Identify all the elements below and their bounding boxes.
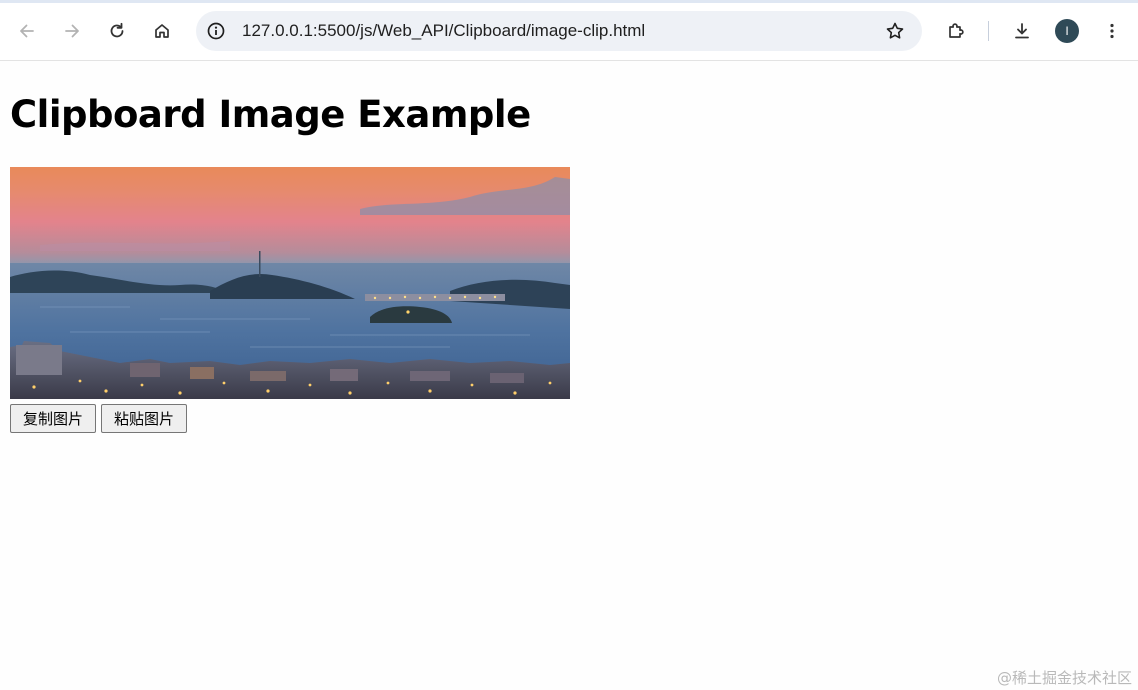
profile-avatar[interactable]: I — [1055, 19, 1079, 43]
home-button[interactable] — [146, 15, 178, 47]
back-button[interactable] — [11, 15, 43, 47]
info-icon — [207, 22, 225, 40]
site-info-button[interactable] — [206, 21, 226, 41]
bookmark-button[interactable] — [884, 20, 906, 42]
toolbar-top-edge — [0, 0, 1138, 3]
toolbar-separator — [988, 21, 989, 41]
extensions-button[interactable] — [940, 15, 972, 47]
kebab-menu-icon — [1110, 23, 1114, 39]
back-arrow-icon — [20, 24, 34, 38]
paste-image-button[interactable]: 粘贴图片 — [101, 404, 187, 433]
reload-icon — [110, 22, 124, 38]
home-icon — [155, 24, 169, 38]
forward-button[interactable] — [56, 15, 88, 47]
browser-menu-button[interactable] — [1096, 15, 1128, 47]
download-icon — [1015, 23, 1029, 39]
star-icon — [886, 22, 904, 39]
downloads-button[interactable] — [1006, 15, 1038, 47]
puzzle-icon — [949, 23, 964, 38]
browser-toolbar: 127.0.0.1:5500/js/Web_API/Clipboard/imag… — [0, 0, 1138, 61]
forward-arrow-icon — [65, 24, 79, 38]
watermark: @稀土掘金技术社区 — [996, 669, 1132, 687]
copy-image-button[interactable]: 复制图片 — [10, 404, 96, 433]
landscape-image — [10, 167, 570, 399]
reload-button[interactable] — [101, 15, 133, 47]
page-title: Clipboard Image Example — [10, 93, 531, 136]
address-bar[interactable]: 127.0.0.1:5500/js/Web_API/Clipboard/imag… — [196, 11, 922, 51]
url-text[interactable]: 127.0.0.1:5500/js/Web_API/Clipboard/imag… — [242, 21, 645, 41]
